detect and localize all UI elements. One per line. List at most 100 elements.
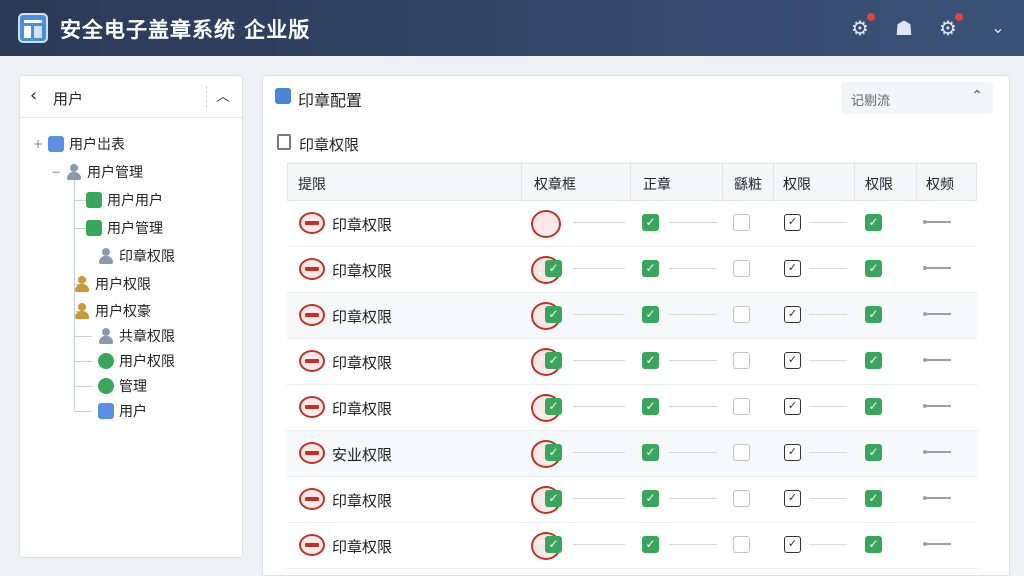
checkbox-checked[interactable]: ✓ [642,398,659,415]
checkbox-checked[interactable]: ✓ [545,260,562,277]
checkbox-checked[interactable]: ✓ [545,398,562,415]
checkbox-checked[interactable]: ✓ [865,260,882,277]
permission-name: 印章权限 [332,216,393,234]
tree-item-label: 共章权限 [119,329,175,345]
checkbox-checked[interactable]: ✓ [545,352,562,369]
column-header[interactable]: 权频 [926,174,954,194]
table-row[interactable]: 安业权限 ✓ ✓ ✓ ✓ [287,431,977,477]
field-line [573,360,625,361]
tree-item[interactable]: 用户权豪 [74,301,151,321]
tree-item[interactable]: 用户权限 [98,351,175,371]
checkbox-outlined-checked[interactable]: ✓ [784,444,801,461]
field-line [809,406,847,407]
checkbox-checked[interactable]: ✓ [545,536,562,553]
column-header[interactable]: 提限 [298,174,326,194]
tree-connector [74,386,92,387]
seal-stamp-icon [299,304,325,326]
expand-icon[interactable]: + [32,137,44,151]
notification-badge [867,13,875,21]
checkbox-outlined-checked[interactable]: ✓ [784,260,801,277]
checkbox-outlined-checked[interactable]: ✓ [784,490,801,507]
checkbox-checked[interactable]: ✓ [642,490,659,507]
tree-item[interactable]: 印章权限 [98,246,175,266]
checkbox-outlined-checked[interactable]: ✓ [784,214,801,231]
user-hat-icon[interactable]: ☗ [892,16,916,40]
checkbox-unchecked[interactable] [733,214,750,231]
column-header[interactable]: 权章框 [534,174,576,194]
checkbox-unchecked[interactable] [733,398,750,415]
column-header[interactable]: 正章 [643,174,671,194]
field-line [809,268,847,269]
filter-select[interactable]: 记剔流 ⌃ [841,82,993,114]
checkbox-checked[interactable]: ✓ [642,214,659,231]
column-header[interactable]: 繇粧 [734,174,762,194]
table-row[interactable]: 印章权限 ✓ ✓ ✓ ✓ [287,385,977,431]
tree-item[interactable]: 共章权限 [98,326,175,346]
checkbox-checked[interactable]: ✓ [642,260,659,277]
checkbox-checked[interactable]: ✓ [865,536,882,553]
back-icon[interactable]: ‹ [30,85,37,106]
permission-name: 印章权限 [332,308,393,326]
tree-item[interactable]: − 用户管理 [50,162,143,182]
checkbox-outlined-checked[interactable]: ✓ [784,352,801,369]
checkbox-checked[interactable]: ✓ [642,536,659,553]
table-row[interactable]: 印章权限 ✓ ✓ ✓ ✓ [287,293,977,339]
checkbox-checked[interactable]: ✓ [865,398,882,415]
checkbox-checked[interactable]: ✓ [865,214,882,231]
checkbox-checked[interactable]: ✓ [545,306,562,323]
tree-item[interactable]: 用户用户 [86,190,163,210]
column-divider [630,164,631,202]
checkbox-unchecked[interactable] [733,352,750,369]
field-line [809,544,847,545]
column-divider [722,164,723,202]
checkbox-unchecked[interactable] [733,444,750,461]
checkbox-outlined-checked[interactable]: ✓ [784,306,801,323]
settings-icon[interactable]: ⚙ [936,13,963,40]
checkbox-checked[interactable]: ✓ [865,444,882,461]
seal-config-panel: 印章配置 记剔流 ⌃ 印章权限 提限 权章框 正章 繇粧 权限 权限 权频 印章权限 ✓ ✓ ✓ 印… [262,75,1010,576]
checkbox-unchecked[interactable] [733,490,750,507]
seal-config-icon [275,88,291,104]
checkbox-unchecked[interactable] [733,536,750,553]
checkbox-unchecked[interactable] [733,306,750,323]
checkbox-unchecked[interactable] [733,260,750,277]
tree-item-label: 用户 [119,404,147,420]
checkbox-checked[interactable]: ✓ [545,444,562,461]
checkbox-checked[interactable]: ✓ [642,306,659,323]
checkbox-checked[interactable]: ✓ [865,490,882,507]
checkbox-checked[interactable]: ✓ [545,490,562,507]
panel-title: 用户 [53,90,84,108]
table-row[interactable]: 印章权限 ✓ ✓ ✓ ✓ [287,523,977,569]
tree-item[interactable]: 管理 [98,376,147,396]
collapse-icon[interactable]: − [50,165,62,179]
table-row[interactable]: 印章权限 ✓ ✓ ✓ [287,201,977,247]
checkbox-checked[interactable]: ✓ [865,352,882,369]
person-icon [98,248,114,264]
chevron-up-icon[interactable]: ︿ [216,86,230,106]
tree-item-label: 用户用户 [107,193,163,209]
column-header[interactable]: 权限 [783,174,811,194]
tree-item-label: 用户管理 [87,165,143,181]
table-row[interactable]: 印章权限 ✓ ✓ ✓ ✓ [287,477,977,523]
checkbox-checked[interactable]: ✓ [865,306,882,323]
table-row[interactable]: 印章权限 ✓ ✓ ✓ ✓ [287,247,977,293]
person-gold-icon [74,276,90,292]
tree-item[interactable]: + 用户岀表 [32,134,125,154]
checkbox-checked[interactable]: ✓ [642,444,659,461]
green-check-icon [98,378,114,394]
seal-stamp-icon [299,350,325,372]
gear-badge-icon[interactable]: ⚙ [848,13,875,40]
checkbox-checked[interactable]: ✓ [642,352,659,369]
chevron-down-icon[interactable]: ⌄ [986,16,1010,40]
checkbox-outlined-checked[interactable]: ✓ [784,536,801,553]
column-header[interactable]: 权限 [865,174,893,194]
star-icon [98,403,114,419]
tree-item[interactable]: 用户 [98,401,147,421]
tree-item[interactable]: 用户管理 [86,218,163,238]
permission-name: 印章权限 [332,354,393,372]
seal-stamp-icon [299,488,325,510]
tree-item[interactable]: 用户权限 [74,274,151,294]
checkbox-outlined-checked[interactable]: ✓ [784,398,801,415]
table-row[interactable]: 印章权限 ✓ ✓ ✓ ✓ [287,339,977,385]
tree-item-label: 管理 [119,379,147,395]
